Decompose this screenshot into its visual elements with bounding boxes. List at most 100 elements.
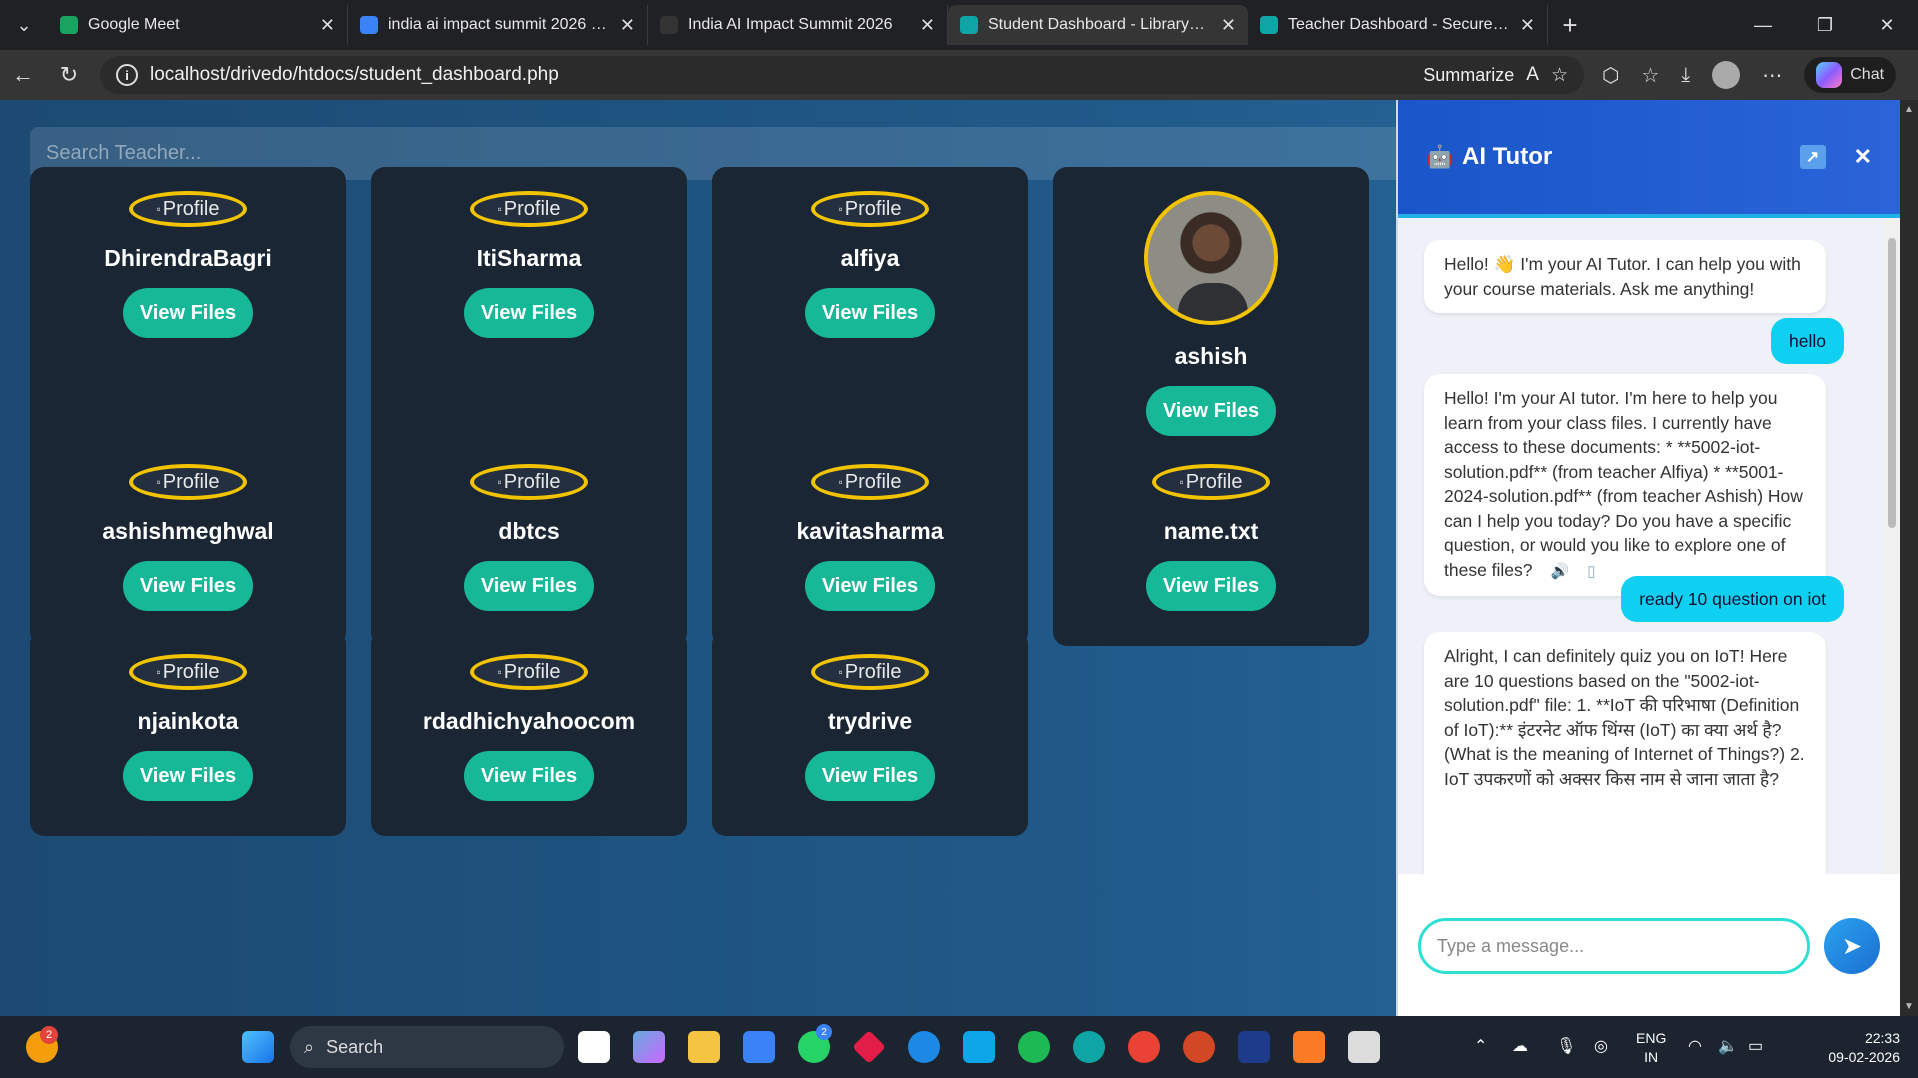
send-button[interactable]: ➤	[1824, 918, 1880, 974]
profile-alt-text: Profile	[503, 660, 561, 683]
summarize-button[interactable]: Summarize	[1423, 65, 1514, 86]
restore-icon[interactable]: ❐	[1794, 0, 1856, 50]
profile-alt-text: Profile	[503, 197, 561, 220]
teacher-name: kavitasharma	[796, 518, 944, 544]
close-tab-icon[interactable]: ✕	[620, 15, 635, 36]
teacher-name: alfiya	[840, 245, 900, 271]
close-chat-icon[interactable]: ✕	[1854, 144, 1872, 170]
site-info-icon[interactable]: i	[116, 64, 138, 86]
outlook-icon[interactable]	[963, 1031, 995, 1063]
taskbar-search[interactable]: ⌕ Search	[290, 1026, 564, 1068]
xampp-icon[interactable]	[1293, 1031, 1325, 1063]
edge-icon[interactable]	[1073, 1031, 1105, 1063]
broken-profile-image: ▫ Profile	[811, 191, 929, 227]
teacher-card: ▫ Profile ItiSharma View Files	[371, 167, 687, 475]
close-tab-icon[interactable]: ✕	[320, 15, 335, 36]
view-files-button[interactable]: View Files	[123, 288, 253, 338]
chevron-up-icon[interactable]: ⌃	[1474, 1036, 1487, 1056]
refresh-icon[interactable]: ↻	[46, 62, 92, 88]
volume-icon[interactable]: 🔈	[1718, 1036, 1738, 1056]
copilot-icon	[1816, 62, 1843, 88]
profile-alt-text: Profile	[844, 660, 902, 683]
profile-alt-text: Profile	[844, 470, 902, 493]
view-files-button[interactable]: View Files	[805, 751, 935, 801]
view-files-button[interactable]: View Files	[464, 751, 594, 801]
scroll-up-icon[interactable]: ▲	[1904, 104, 1914, 115]
tab-search[interactable]: india ai impact summit 2026 - Sear ✕	[348, 5, 648, 45]
favorite-star-icon[interactable]: ☆	[1551, 64, 1568, 87]
broken-image-icon: ▫	[497, 475, 502, 489]
cloud-icon[interactable]: ☁	[1512, 1036, 1528, 1056]
page-scrollbar[interactable]: ▲ ▼	[1900, 100, 1918, 1016]
view-files-button[interactable]: View Files	[805, 561, 935, 611]
wifi-icon[interactable]: ◠	[1688, 1036, 1702, 1056]
broken-image-icon: ▫	[497, 202, 502, 216]
chrome-icon[interactable]	[1128, 1031, 1160, 1063]
chat-scrollbar[interactable]	[1884, 218, 1900, 874]
view-files-button[interactable]: View Files	[464, 288, 594, 338]
download-icon[interactable]: ⤓	[1681, 64, 1690, 87]
powerpoint-icon[interactable]	[1183, 1031, 1215, 1063]
site-favicon-icon	[960, 16, 978, 34]
store-icon[interactable]	[743, 1031, 775, 1063]
close-window-icon[interactable]: ✕	[1856, 0, 1918, 50]
teacher-name: dbtcs	[498, 518, 560, 544]
vscode-icon[interactable]	[1238, 1031, 1270, 1063]
close-tab-icon[interactable]: ✕	[1520, 15, 1535, 36]
language-code: ENG	[1636, 1030, 1667, 1046]
broken-image-icon: ▫	[156, 202, 161, 216]
view-files-button[interactable]: View Files	[1146, 561, 1276, 611]
copilot-chat-button[interactable]: Chat	[1804, 57, 1897, 93]
copilot-app-icon[interactable]	[633, 1031, 665, 1063]
scroll-down-icon[interactable]: ▼	[1904, 1001, 1914, 1012]
chat-input-bar: ➤	[1398, 874, 1898, 1016]
broken-image-icon: ▫	[1179, 475, 1184, 489]
language-indicator[interactable]: ENG IN	[1636, 1029, 1666, 1067]
capcut-icon[interactable]	[578, 1031, 610, 1063]
tab-summit[interactable]: India AI Impact Summit 2026 ✕	[648, 5, 948, 45]
profile-avatar[interactable]	[1712, 61, 1741, 89]
clock[interactable]: 22:33 09-02-2026	[1828, 1029, 1900, 1067]
location-icon[interactable]: ◎	[1594, 1036, 1608, 1056]
chat-scroll-thumb[interactable]	[1888, 238, 1896, 528]
battery-icon[interactable]: ▭	[1748, 1036, 1763, 1056]
tab-actions-menu-button[interactable]: ⌄	[0, 0, 48, 50]
tab-teacher-dashboard[interactable]: Teacher Dashboard - Secure File M ✕	[1248, 5, 1548, 45]
file-explorer-icon[interactable]	[688, 1031, 720, 1063]
view-files-button[interactable]: View Files	[805, 288, 935, 338]
expand-icon[interactable]: ↗	[1799, 145, 1826, 169]
profile-photo	[1144, 191, 1278, 325]
spotify-icon[interactable]	[1018, 1031, 1050, 1063]
read-aloud-icon[interactable]: A	[1526, 64, 1539, 86]
extensions-icon[interactable]: ⬡	[1602, 63, 1619, 88]
anydesk-icon[interactable]	[852, 1030, 886, 1064]
close-tab-icon[interactable]: ✕	[1221, 15, 1236, 36]
more-menu-icon[interactable]: ⋯	[1762, 63, 1782, 88]
help-icon[interactable]	[908, 1031, 940, 1063]
message-input[interactable]	[1418, 918, 1810, 974]
tab-google-meet[interactable]: Google Meet ✕	[48, 5, 348, 45]
profile-alt-text: Profile	[162, 470, 220, 493]
close-tab-icon[interactable]: ✕	[920, 15, 935, 36]
tab-student-dashboard[interactable]: Student Dashboard - Librarywithak ✕	[948, 5, 1248, 45]
new-tab-button[interactable]: +	[1548, 10, 1592, 41]
minimize-icon[interactable]: —	[1732, 0, 1794, 50]
view-files-button[interactable]: View Files	[1146, 386, 1276, 436]
chat-messages[interactable]: Hello! 👋 I'm your AI Tutor. I can help y…	[1398, 218, 1898, 874]
view-files-button[interactable]: View Files	[123, 751, 253, 801]
tab-title: India AI Impact Summit 2026	[688, 16, 893, 33]
broken-profile-image: ▫ Profile	[811, 464, 929, 500]
view-files-button[interactable]: View Files	[464, 561, 594, 611]
speaker-icon[interactable]: 🔊	[1551, 563, 1570, 580]
favorites-icon[interactable]: ☆	[1641, 63, 1659, 88]
url-bar[interactable]: i localhost/drivedo/htdocs/student_dashb…	[100, 56, 1584, 94]
teacher-card: ▫ Profile alfiya View Files	[712, 167, 1028, 475]
view-files-button[interactable]: View Files	[123, 561, 253, 611]
copy-icon[interactable]: ▯	[1587, 563, 1595, 580]
start-windows-icon[interactable]	[242, 1031, 274, 1063]
snipping-tool-icon[interactable]	[1348, 1031, 1380, 1063]
microphone-icon[interactable]: 🎙	[1556, 1036, 1576, 1056]
back-arrow-icon[interactable]: ←	[0, 62, 46, 88]
broken-image-icon: ▫	[156, 475, 161, 489]
url-text[interactable]: localhost/drivedo/htdocs/student_dashboa…	[150, 64, 1411, 86]
